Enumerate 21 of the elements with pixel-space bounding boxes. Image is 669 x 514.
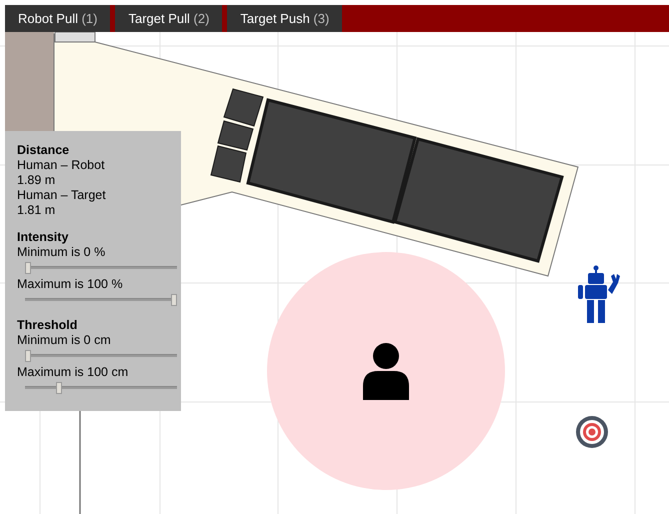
slider-thumb[interactable] (25, 262, 31, 274)
mode-tab[interactable]: Target Push (3) (227, 5, 342, 32)
slider-label: Minimum is 0 cm (17, 333, 112, 348)
target-icon[interactable] (576, 416, 608, 448)
distance-text: Human – Target (17, 188, 107, 203)
slider-label: Maximum is 100 cm (17, 365, 130, 380)
section-title: Intensity (17, 230, 70, 245)
slider-thumb[interactable] (25, 350, 31, 362)
robot-icon[interactable] (578, 266, 620, 323)
distance-text: Human – Robot (17, 158, 106, 173)
slider-label: Minimum is 0 % (17, 245, 106, 260)
section-title: Distance (17, 143, 70, 158)
distance-text: 1.89 m (17, 173, 56, 188)
mode-tab[interactable]: Target Pull (2) (115, 5, 222, 32)
distance-text: 1.81 m (17, 203, 56, 218)
mode-tab[interactable]: Robot Pull (1) (5, 5, 110, 32)
person-icon[interactable] (363, 343, 409, 400)
slider-thumb[interactable] (171, 294, 177, 306)
slider-label: Maximum is 100 % (17, 277, 124, 292)
section-title: Threshold (17, 318, 78, 333)
slider-thumb[interactable] (56, 382, 62, 394)
